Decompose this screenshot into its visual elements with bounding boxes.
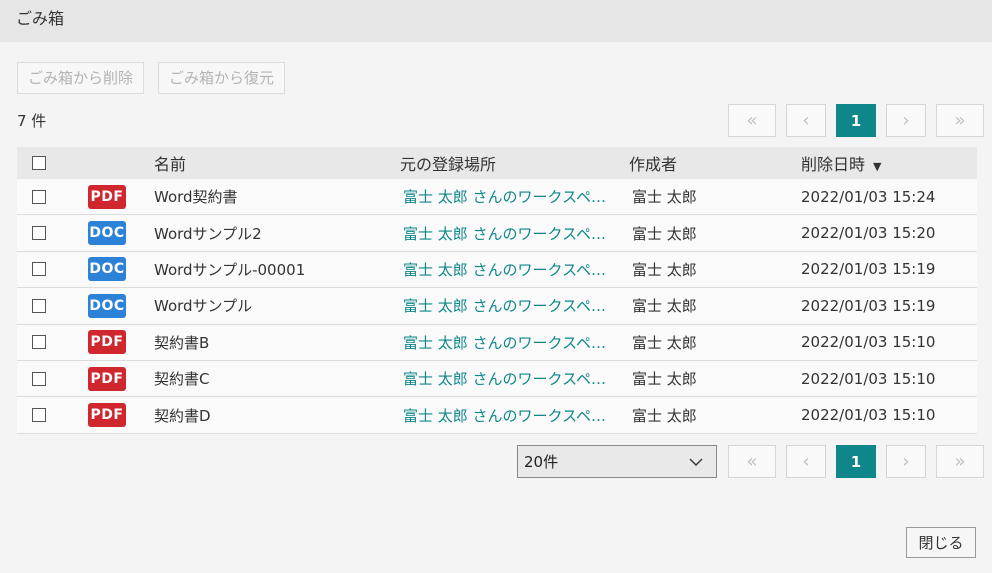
file-name: Wordサンプル2 <box>154 224 262 243</box>
header-deleted-at[interactable]: 削除日時 ▼ <box>801 151 977 175</box>
location-link[interactable]: 富士 太郎 さんのワークスペース <box>403 295 613 316</box>
deleted-at: 2022/01/03 15:19 <box>801 296 936 315</box>
chevron-left-icon: ‹ <box>802 110 810 131</box>
close-button[interactable]: 閉じる <box>906 527 976 558</box>
double-chevron-left-icon: « <box>746 110 758 131</box>
table-row[interactable]: PDF 契約書C 富士 太郎 さんのワークスペース 富士 太郎 2022/01/03 1… <box>17 360 977 398</box>
header-deleted-at-label: 削除日時 <box>801 155 866 174</box>
sort-desc-icon: ▼ <box>873 160 882 173</box>
header-location[interactable]: 元の登録場所 <box>400 151 629 175</box>
table-row[interactable]: DOC Wordサンプル 富士 太郎 さんのワークスペース 富士 太郎 2022/01/… <box>17 288 977 325</box>
delete-from-trash-button[interactable]: ごみ箱から削除 <box>17 62 145 94</box>
double-chevron-right-icon: » <box>954 110 966 131</box>
pager-bottom: « ‹ 1 › » <box>728 445 984 478</box>
pdf-file-icon: PDF <box>88 184 126 209</box>
row-checkbox[interactable] <box>31 298 46 313</box>
next-page-button[interactable]: › <box>886 445 926 478</box>
file-name: 契約書B <box>154 333 210 352</box>
author: 富士 太郎 <box>632 188 697 207</box>
page-size-select[interactable]: 20件 <box>517 445 717 478</box>
location-link[interactable]: 富士 太郎 さんのワークスペース <box>403 405 613 426</box>
table-row[interactable]: DOC Wordサンプル-00001 富士 太郎 さんのワークスペース 富士 太郎 20… <box>17 251 977 289</box>
item-count: 7 件 <box>17 112 47 130</box>
pdf-file-icon: PDF <box>88 403 126 428</box>
double-chevron-left-icon: « <box>746 451 758 472</box>
chevron-down-icon <box>689 458 703 466</box>
deleted-at: 2022/01/03 15:20 <box>801 224 936 243</box>
select-all-checkbox[interactable] <box>31 156 46 170</box>
deleted-at: 2022/01/03 15:10 <box>801 333 936 352</box>
double-chevron-right-icon: » <box>954 451 966 472</box>
header-name[interactable]: 名前 <box>154 151 400 175</box>
chevron-left-icon: ‹ <box>802 451 810 472</box>
pdf-file-icon: PDF <box>88 330 126 355</box>
table-body: PDF Word契約書 富士 太郎 さんのワークスペース 富士 太郎 2022/01/0… <box>17 179 977 434</box>
deleted-at: 2022/01/03 15:19 <box>801 260 936 279</box>
page-1-button[interactable]: 1 <box>836 445 876 478</box>
location-link[interactable]: 富士 太郎 さんのワークスペース <box>403 332 613 353</box>
first-page-button[interactable]: « <box>728 445 776 478</box>
row-checkbox[interactable] <box>31 371 46 386</box>
doc-file-icon: DOC <box>88 293 126 318</box>
author: 富士 太郎 <box>632 297 697 316</box>
window-title: ごみ箱 <box>0 0 992 42</box>
file-name: 契約書D <box>154 406 211 425</box>
location-link[interactable]: 富士 太郎 さんのワークスペース <box>403 223 613 244</box>
last-page-button[interactable]: » <box>936 104 984 137</box>
next-page-button[interactable]: › <box>886 104 926 137</box>
page-size-value: 20件 <box>524 453 559 471</box>
author: 富士 太郎 <box>632 370 697 389</box>
row-checkbox[interactable] <box>31 226 46 241</box>
chevron-right-icon: › <box>902 451 910 472</box>
header-author[interactable]: 作成者 <box>629 151 801 175</box>
row-checkbox[interactable] <box>31 335 46 350</box>
toolbar: ごみ箱から削除 ごみ箱から復元 <box>17 62 286 94</box>
location-link[interactable]: 富士 太郎 さんのワークスペース <box>403 186 613 207</box>
prev-page-button[interactable]: ‹ <box>786 445 826 478</box>
last-page-button[interactable]: » <box>936 445 984 478</box>
pager-top: « ‹ 1 › » <box>728 104 984 137</box>
chevron-right-icon: › <box>902 110 910 131</box>
author: 富士 太郎 <box>632 333 697 352</box>
row-checkbox[interactable] <box>31 262 46 277</box>
table-row[interactable]: PDF Word契約書 富士 太郎 さんのワークスペース 富士 太郎 2022/01/0… <box>17 179 977 216</box>
table-header: 名前 元の登録場所 作成者 削除日時 ▼ <box>17 147 977 179</box>
pdf-file-icon: PDF <box>88 366 126 391</box>
deleted-at: 2022/01/03 15:10 <box>801 369 936 388</box>
author: 富士 太郎 <box>632 224 697 243</box>
row-checkbox[interactable] <box>31 189 46 204</box>
prev-page-button[interactable]: ‹ <box>786 104 826 137</box>
restore-from-trash-button[interactable]: ごみ箱から復元 <box>158 62 286 94</box>
file-name: Wordサンプル-00001 <box>154 260 306 279</box>
trash-table: 名前 元の登録場所 作成者 削除日時 ▼ PDF Word契約書 富士 太郎 さんのワ… <box>17 147 977 434</box>
first-page-button[interactable]: « <box>728 104 776 137</box>
doc-file-icon: DOC <box>88 257 126 282</box>
page-1-button[interactable]: 1 <box>836 104 876 137</box>
table-row[interactable]: PDF 契約書B 富士 太郎 さんのワークスペース 富士 太郎 2022/01/03 1… <box>17 324 977 361</box>
doc-file-icon: DOC <box>88 221 126 246</box>
deleted-at: 2022/01/03 15:10 <box>801 406 936 425</box>
location-link[interactable]: 富士 太郎 さんのワークスペース <box>403 259 613 280</box>
file-name: Word契約書 <box>154 188 238 207</box>
file-name: Wordサンプル <box>154 297 253 316</box>
deleted-at: 2022/01/03 15:24 <box>801 187 936 206</box>
author: 富士 太郎 <box>632 406 697 425</box>
row-checkbox[interactable] <box>31 408 46 423</box>
author: 富士 太郎 <box>632 260 697 279</box>
table-row[interactable]: DOC Wordサンプル2 富士 太郎 さんのワークスペース 富士 太郎 2022/01… <box>17 215 977 252</box>
file-name: 契約書C <box>154 370 210 389</box>
location-link[interactable]: 富士 太郎 さんのワークスペース <box>403 368 613 389</box>
table-row[interactable]: PDF 契約書D 富士 太郎 さんのワークスペース 富士 太郎 2022/01/03 1… <box>17 397 977 434</box>
